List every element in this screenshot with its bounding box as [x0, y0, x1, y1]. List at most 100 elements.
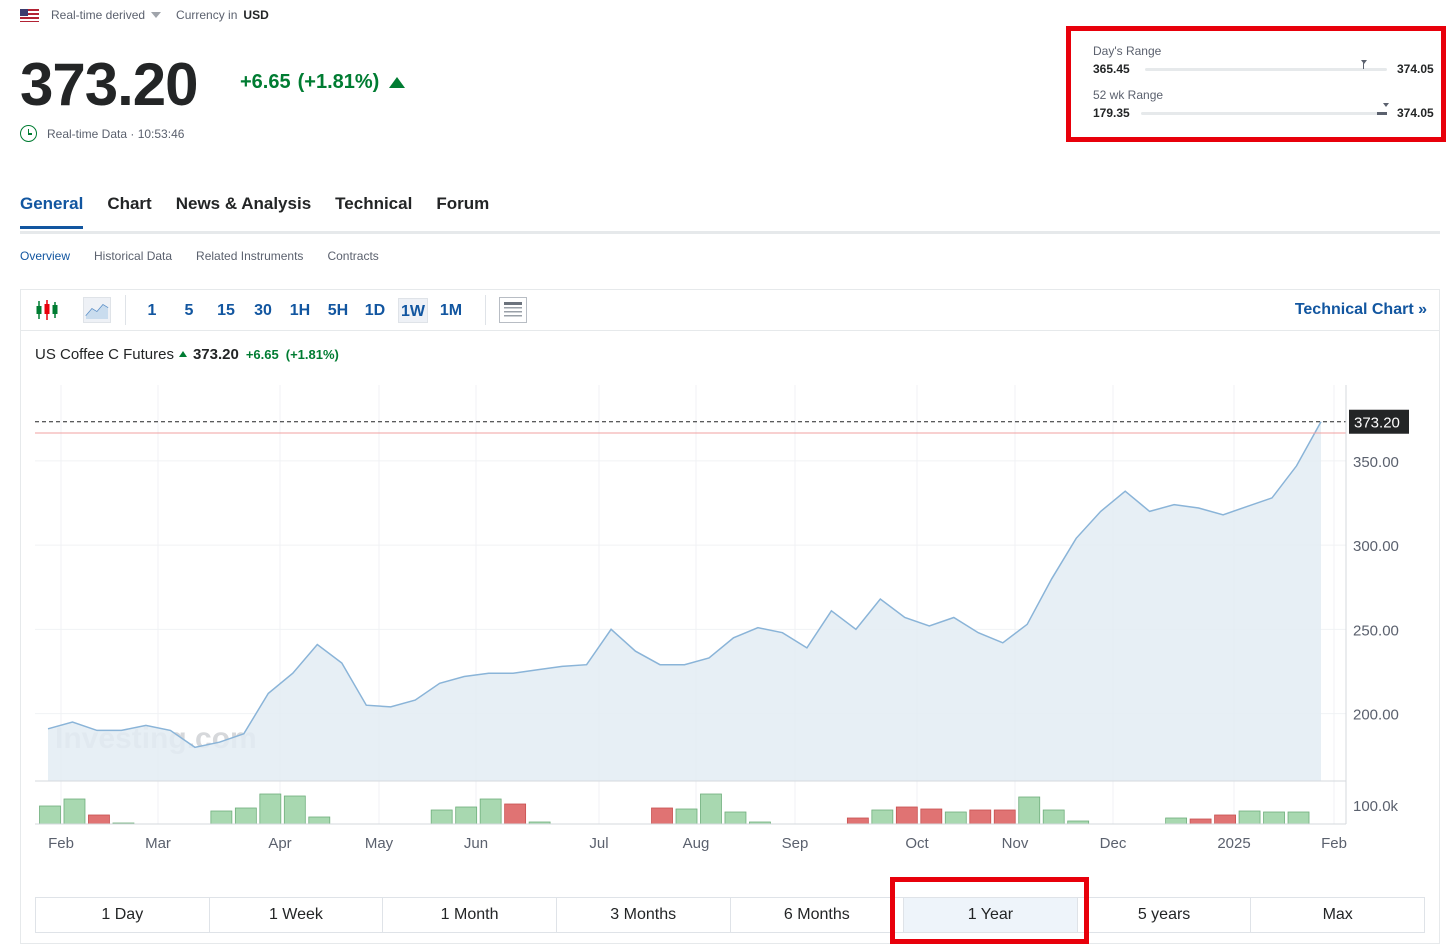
y-tick-label: 300.00 — [1353, 538, 1399, 555]
quote-meta-bar: Real-time derived Currency in USD — [20, 8, 269, 22]
period-3-months[interactable]: 3 Months — [557, 898, 731, 932]
technical-chart-link[interactable]: Technical Chart » — [1295, 301, 1427, 319]
52wk-range-low: 179.35 — [1093, 106, 1130, 120]
x-tick-label: Feb — [1321, 835, 1347, 852]
days-range-marker — [1361, 60, 1367, 64]
days-range-low: 365.45 — [1093, 62, 1130, 76]
y-tick-label: 250.00 — [1353, 622, 1399, 639]
realtime-time: 10:53:46 — [137, 126, 185, 141]
52wk-range-marker — [1383, 103, 1389, 107]
volume-bar — [1042, 809, 1065, 825]
price-change: +6.65 (+1.81%) — [240, 71, 406, 94]
data-table-icon[interactable] — [499, 297, 527, 323]
period-6-months[interactable]: 6 Months — [731, 898, 905, 932]
volume-bar — [993, 809, 1016, 825]
instrument-name: US Coffee C Futures — [35, 346, 174, 363]
legend-change-percent: (+1.81%) — [285, 347, 339, 362]
volume-bar — [944, 811, 967, 825]
tab-news-analysis[interactable]: News & Analysis — [176, 194, 311, 229]
days-range-bar — [1145, 68, 1387, 71]
y-tick-label: 200.00 — [1353, 707, 1399, 724]
currency-value: USD — [243, 8, 269, 22]
volume-bar — [1238, 810, 1261, 825]
volume-bar — [1263, 811, 1285, 825]
period-max[interactable]: Max — [1251, 898, 1424, 932]
volume-bar — [210, 810, 233, 825]
x-tick-label: Feb — [48, 835, 74, 852]
last-price: 373.20 — [20, 51, 199, 118]
x-tick-label: Dec — [1100, 835, 1127, 852]
x-tick-label: Mar — [145, 835, 171, 852]
interval-1m-button[interactable]: 1M — [436, 298, 466, 323]
tab-general[interactable]: General — [20, 194, 84, 229]
volume-bar — [234, 807, 257, 825]
legend-change: +6.65 — [245, 347, 279, 362]
change-percent: (+1.81%) — [297, 71, 380, 93]
subtab-contracts[interactable]: Contracts — [327, 249, 378, 263]
volume-bar — [700, 793, 722, 825]
volume-bar — [1165, 817, 1188, 825]
period-5-years[interactable]: 5 years — [1078, 898, 1252, 932]
period-selector: 1 Day 1 Week 1 Month 3 Months 6 Months 1… — [35, 897, 1425, 933]
interval-1h-button[interactable]: 1H — [286, 298, 314, 323]
volume-bar — [1287, 811, 1310, 825]
highlight-1-year — [890, 877, 1089, 944]
x-tick-label: Nov — [1002, 835, 1029, 852]
x-tick-label: Aug — [683, 835, 710, 852]
chevron-down-icon[interactable] — [151, 12, 162, 18]
ranges-panel: Day's Range 365.45 374.05 52 wk Range 17… — [1066, 26, 1446, 142]
x-tick-label: Jul — [589, 835, 608, 852]
area-chart-icon[interactable] — [83, 297, 111, 323]
x-tick-label: 2025 — [1217, 835, 1250, 852]
realtime-label: Real-time Data — [47, 126, 128, 141]
52wk-range-bar — [1141, 112, 1387, 115]
interval-30-button[interactable]: 30 — [250, 298, 276, 323]
volume-bar — [895, 806, 918, 825]
tabs-divider — [20, 231, 1440, 234]
interval-15-button[interactable]: 15 — [213, 298, 239, 323]
volume-bar — [308, 816, 331, 825]
days-range-tick — [1363, 63, 1364, 69]
tab-chart[interactable]: Chart — [107, 194, 151, 229]
period-1-month[interactable]: 1 Month — [383, 898, 557, 932]
chart-widget: 1 5 15 30 1H 5H 1D 1W 1M Technical Chart… — [20, 289, 1440, 944]
interval-5h-button[interactable]: 5H — [324, 298, 352, 323]
chart-toolbar: 1 5 15 30 1H 5H 1D 1W 1M Technical Chart… — [21, 290, 1439, 331]
separator-dot: · — [127, 126, 138, 141]
volume-bar — [63, 798, 86, 825]
arrow-up-icon — [178, 350, 187, 357]
last-price-badge-label: 373.20 — [1354, 415, 1400, 432]
tab-forum[interactable]: Forum — [436, 194, 489, 229]
volume-tick-label: 100.0k — [1353, 798, 1399, 815]
period-1-week[interactable]: 1 Week — [210, 898, 384, 932]
volume-bar — [846, 817, 869, 825]
price-chart[interactable]: Investing.com350.00300.00250.00200.00100… — [21, 370, 1439, 860]
days-range-high: 374.05 — [1397, 62, 1434, 76]
interval-1d-button[interactable]: 1D — [361, 298, 389, 323]
52wk-range-title: 52 wk Range — [1093, 88, 1164, 102]
arrow-up-icon — [389, 77, 406, 88]
volume-bar — [259, 793, 282, 825]
interval-1w-button[interactable]: 1W — [398, 298, 428, 323]
subtab-historical-data[interactable]: Historical Data — [94, 249, 172, 263]
y-tick-label: 350.00 — [1353, 454, 1399, 471]
interval-1-button[interactable]: 1 — [142, 298, 162, 323]
subtab-related-instruments[interactable]: Related Instruments — [196, 249, 303, 263]
volume-bar — [88, 814, 110, 825]
us-flag-icon — [20, 8, 39, 22]
feed-label: Real-time derived — [51, 8, 146, 22]
main-tabs: General Chart News & Analysis Technical … — [20, 194, 513, 229]
change-value: +6.65 — [240, 71, 291, 93]
subtab-overview[interactable]: Overview — [20, 249, 70, 263]
sub-tabs: Overview Historical Data Related Instrum… — [20, 249, 403, 263]
currency-label: Currency in — [176, 8, 238, 22]
volume-bar — [651, 807, 673, 825]
tab-technical[interactable]: Technical — [335, 194, 412, 229]
clock-icon — [20, 125, 37, 142]
volume-bar — [871, 809, 894, 825]
period-1-day[interactable]: 1 Day — [36, 898, 210, 932]
candlestick-icon[interactable] — [33, 297, 61, 323]
interval-5-button[interactable]: 5 — [179, 298, 199, 323]
volume-bar — [724, 811, 747, 825]
days-range-title: Day's Range — [1093, 44, 1162, 58]
